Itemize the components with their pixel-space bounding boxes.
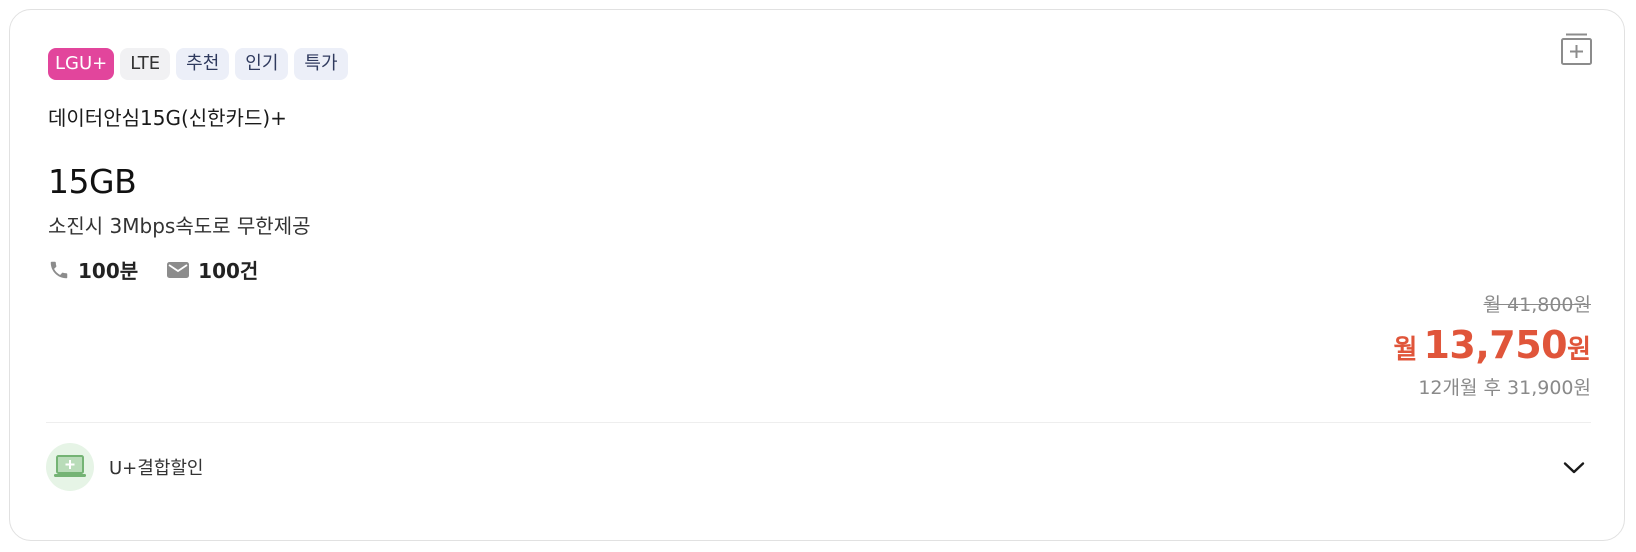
data-amount: 15GB (48, 162, 137, 201)
network-tag: LTE (120, 48, 171, 80)
tag-list: LGU+ LTE 추천 인기 특가 (48, 48, 348, 80)
badge-special-price: 특가 (294, 48, 348, 80)
usage-summary: 100분 100건 (48, 255, 286, 284)
laptop-plus-icon (46, 443, 94, 491)
plan-name: 데이터안심15G(신한카드)+ (48, 106, 287, 130)
sale-price: 월 13,750원 (1394, 323, 1591, 367)
chevron-down-icon[interactable] (1562, 456, 1586, 480)
compare-add-icon[interactable] (1560, 32, 1594, 66)
sale-price-prefix: 월 (1393, 335, 1418, 365)
price-after-period: 12개월 후 31,900원 (1418, 377, 1591, 399)
discount-row[interactable]: U+결합할인 (46, 443, 204, 491)
plan-card[interactable]: LGU+ LTE 추천 인기 특가 데이터안심15G(신한카드)+ 15GB 소… (9, 9, 1625, 541)
sms-count: 100건 (198, 259, 259, 283)
voice-minutes: 100분 (78, 259, 139, 283)
price-block: 월 41,800원 월 13,750원 12개월 후 31,900원 (1394, 290, 1591, 400)
badge-popular: 인기 (235, 48, 289, 80)
discount-label: U+결합할인 (109, 458, 204, 479)
original-price: 월 41,800원 (1483, 294, 1591, 316)
sale-price-amount: 13,750 (1423, 323, 1568, 367)
carrier-tag: LGU+ (48, 48, 115, 80)
mail-icon (166, 259, 190, 281)
voice-allowance: 100분 (48, 255, 138, 284)
data-description: 소진시 3Mbps속도로 무한제공 (48, 214, 311, 238)
badge-recommended: 추천 (176, 48, 230, 80)
sms-allowance: 100건 (166, 255, 258, 284)
divider (46, 422, 1591, 423)
phone-icon (48, 259, 70, 281)
sale-price-suffix: 원 (1567, 335, 1591, 365)
